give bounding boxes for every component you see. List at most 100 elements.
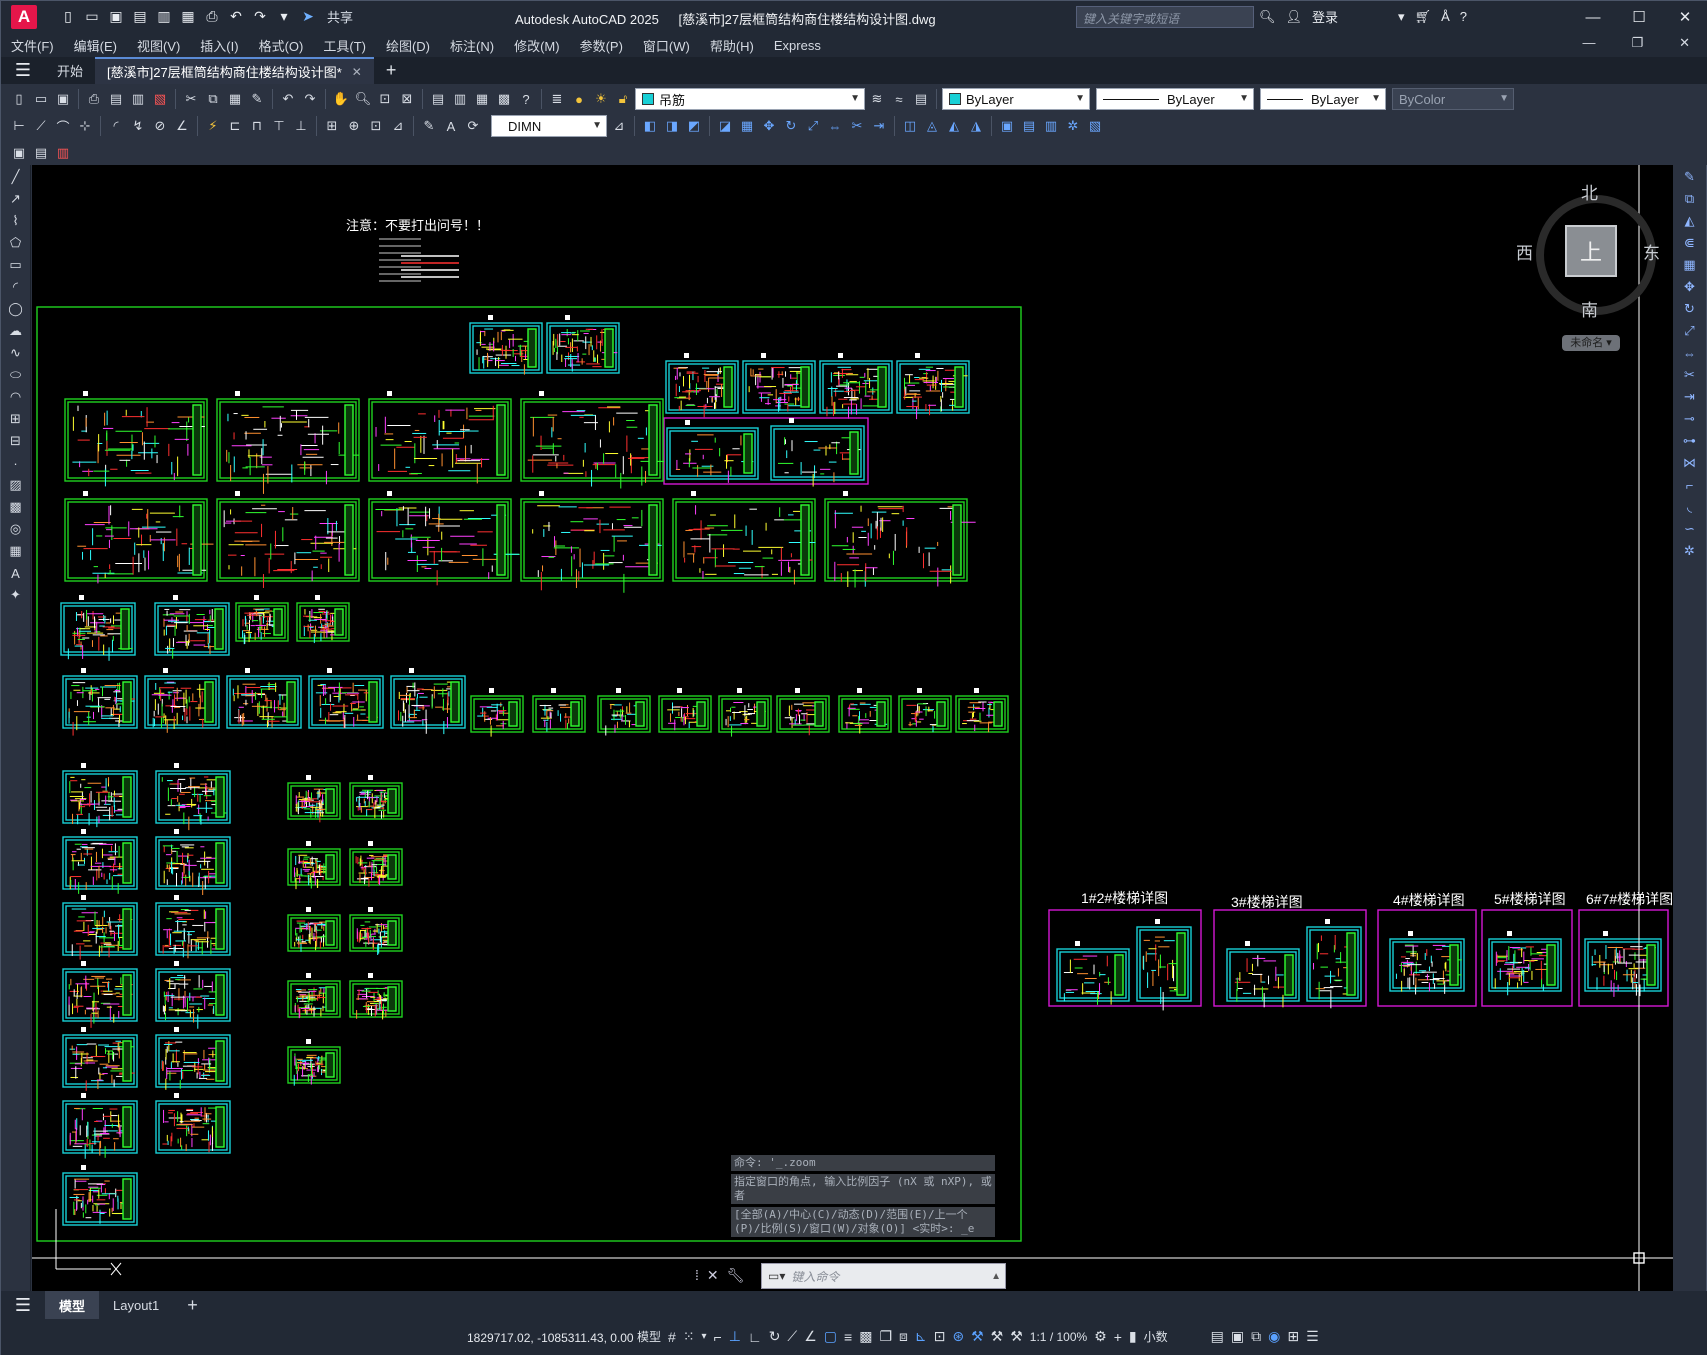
linetype-select[interactable]: ByLayer ▼: [1096, 88, 1254, 110]
erase-icon[interactable]: ✎: [1679, 167, 1701, 187]
fillet-icon[interactable]: ◟: [1679, 497, 1701, 517]
help-icon[interactable]: ?: [1460, 9, 1467, 24]
move-icon[interactable]: ✥: [1679, 277, 1701, 297]
angular-icon[interactable]: ∠: [172, 116, 192, 136]
auto-scale-icon[interactable]: ⚒: [991, 1328, 1004, 1345]
new-tab-button[interactable]: +: [374, 60, 409, 81]
break-icon[interactable]: ⊥: [291, 116, 311, 136]
lineweight-icon[interactable]: ≡: [844, 1329, 852, 1345]
explode-icon[interactable]: ✲: [1063, 116, 1083, 136]
design-center-icon[interactable]: ▥: [450, 89, 470, 109]
modify-array-icon[interactable]: ▦: [737, 116, 757, 136]
redo-icon[interactable]: ↷: [300, 89, 320, 109]
undo-icon[interactable]: ↶: [278, 89, 298, 109]
customize-icon[interactable]: ☰: [1306, 1328, 1319, 1345]
external-ref-icon[interactable]: ▥: [53, 143, 73, 163]
revcloud-icon[interactable]: ☁: [5, 321, 27, 341]
cut-icon[interactable]: ✂: [181, 89, 201, 109]
chevron-up-icon[interactable]: ▲: [991, 1271, 1001, 1282]
zoom-realtime-icon[interactable]: 🔍︎: [353, 89, 373, 109]
modify-offset-icon[interactable]: ◪: [715, 116, 735, 136]
make-current-icon[interactable]: ≋: [867, 89, 887, 109]
send-back-icon[interactable]: ▥: [1041, 116, 1061, 136]
explode-icon[interactable]: ✲: [1679, 541, 1701, 561]
line-icon[interactable]: ╱: [5, 167, 27, 187]
menu-item-11[interactable]: 帮助(H): [700, 36, 764, 55]
search-icon[interactable]: 🔍︎: [1259, 9, 1276, 25]
menu-item-1[interactable]: 编辑(E): [64, 36, 127, 55]
zoom-window-icon[interactable]: ⊡: [375, 89, 395, 109]
open-icon[interactable]: ▭: [31, 89, 51, 109]
dropdown-icon[interactable]: ▾: [702, 1331, 707, 1342]
3d-osnap-icon[interactable]: ⧈: [899, 1328, 908, 1345]
attach-icon[interactable]: ▤: [31, 143, 51, 163]
linear-dim-icon[interactable]: ⊢: [9, 116, 29, 136]
object-snap-tracking-icon[interactable]: ∠: [804, 1328, 817, 1345]
polyline-icon[interactable]: ⌇: [5, 211, 27, 231]
draworder-icon[interactable]: ▣: [997, 116, 1017, 136]
modify-scale-icon[interactable]: ⤢: [803, 116, 823, 136]
properties-icon[interactable]: ▤: [428, 89, 448, 109]
dimstyle-select[interactable]: DIMN ▼: [491, 115, 607, 137]
hardware-accel-icon[interactable]: ◉: [1268, 1328, 1280, 1345]
modify-chamfer-icon[interactable]: ◭: [944, 116, 964, 136]
gizmo-icon[interactable]: ⊛: [952, 1328, 964, 1345]
menu-item-3[interactable]: 插入(I): [190, 36, 248, 55]
mirror-icon[interactable]: ◭: [1679, 211, 1701, 231]
stretch-icon[interactable]: ⇔: [1679, 343, 1701, 363]
coordinates-readout[interactable]: 1829717.02, -1085311.43, 0.00: [467, 1331, 634, 1345]
tab-start[interactable]: 开始: [45, 57, 95, 84]
modify-fillet-icon[interactable]: ◮: [966, 116, 986, 136]
annotation-visibility-icon[interactable]: ⚒: [971, 1328, 984, 1345]
isolate-objects-icon[interactable]: ⧉: [1251, 1328, 1261, 1345]
close-button[interactable]: ✕: [1662, 1, 1707, 33]
insert-block-icon[interactable]: ⊞: [5, 409, 27, 429]
zoom-previous-icon[interactable]: ⊠: [397, 89, 417, 109]
save-icon[interactable]: ▣: [53, 89, 73, 109]
dim-update-icon[interactable]: ⟳: [463, 116, 483, 136]
space-icon[interactable]: ⊤: [269, 116, 289, 136]
ortho-icon[interactable]: ∟: [748, 1329, 762, 1345]
aligned-dim-icon[interactable]: ⟋: [31, 116, 51, 136]
insert-block-icon[interactable]: ▣: [9, 143, 29, 163]
extend-icon[interactable]: ⇥: [1679, 387, 1701, 407]
units-value[interactable]: 小数: [1144, 1328, 1204, 1345]
layer-previous-icon[interactable]: ≈: [889, 89, 909, 109]
share-button[interactable]: 共享: [327, 7, 353, 26]
pan-icon[interactable]: ✋: [331, 89, 351, 109]
mtext-icon[interactable]: A: [5, 563, 27, 583]
units-icon[interactable]: ▮: [1129, 1328, 1137, 1345]
modify-mirror-icon[interactable]: ◩: [684, 116, 704, 136]
arc-length-icon[interactable]: ⌒: [53, 116, 73, 136]
menu-item-4[interactable]: 格式(O): [249, 36, 314, 55]
point-icon[interactable]: ·: [5, 453, 27, 473]
join-icon[interactable]: ⋈: [1679, 453, 1701, 473]
sun-icon[interactable]: ☀: [591, 89, 611, 109]
pdf-icon[interactable]: ▧: [150, 89, 170, 109]
lineweight-select[interactable]: ByLayer ▼: [1260, 88, 1386, 110]
menu-item-0[interactable]: 文件(F): [1, 36, 64, 55]
baseline-icon[interactable]: ⊏: [225, 116, 245, 136]
annotation-scale-value[interactable]: 1:1 / 100%: [1030, 1330, 1087, 1344]
ellipse-arc-icon[interactable]: ◠: [5, 387, 27, 407]
cart-icon[interactable]: 🛒︎: [1415, 9, 1432, 25]
modify-trim-icon[interactable]: ✂: [847, 116, 867, 136]
open-icon[interactable]: ▭: [83, 8, 101, 26]
print-icon[interactable]: ⎙: [203, 8, 221, 26]
object-snap-icon[interactable]: ▢: [824, 1328, 837, 1345]
user-icon[interactable]: 👤︎: [1286, 9, 1303, 25]
circle-icon[interactable]: ◯: [5, 299, 27, 319]
blend-icon[interactable]: ∽: [1679, 519, 1701, 539]
modify-erase-icon[interactable]: ◧: [640, 116, 660, 136]
model-space-button[interactable]: 模型: [637, 1328, 661, 1345]
modify-extend-icon[interactable]: ⇥: [869, 116, 889, 136]
quick-properties-icon[interactable]: ▤: [1211, 1328, 1224, 1345]
match-prop-icon[interactable]: ✎: [247, 89, 267, 109]
modify-join-icon[interactable]: ◬: [922, 116, 942, 136]
close-icon[interactable]: ✕: [707, 1267, 719, 1284]
doc-close-button[interactable]: ✕: [1669, 35, 1700, 51]
menu-item-2[interactable]: 视图(V): [127, 36, 190, 55]
lock-icon[interactable]: 🔓︎: [613, 89, 633, 109]
tab-document[interactable]: [慈溪市]27层框筒结构商住楼结构设计图* ✕: [95, 57, 374, 84]
paste-icon[interactable]: ▦: [225, 89, 245, 109]
